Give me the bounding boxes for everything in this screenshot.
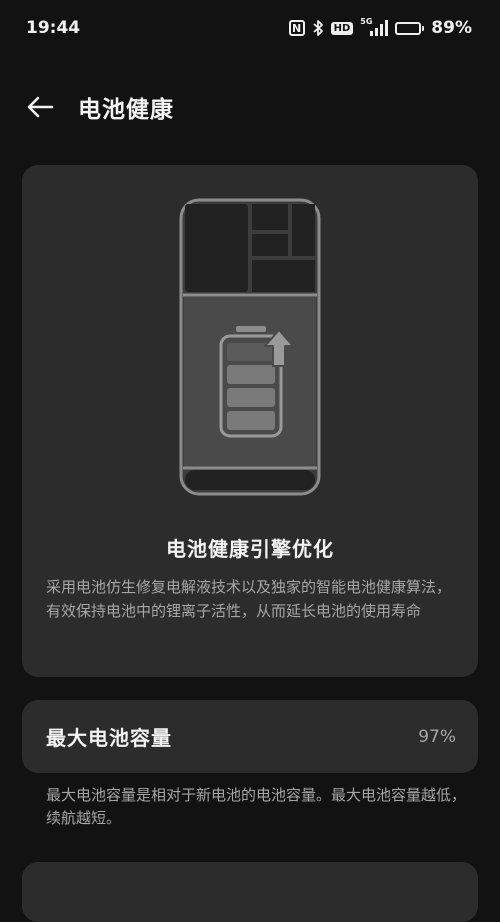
page-title: 电池健康 [78, 97, 174, 123]
capacity-label: 最大电池容量 [46, 726, 172, 750]
hero-description: 采用电池仿生修复电解液技术以及独家的智能电池健康算法，有效保持电池中的锂离子活性… [46, 578, 452, 620]
hero-title: 电池健康引擎优化 [166, 537, 334, 561]
battery-percent: 89% [431, 18, 472, 38]
battery-icon [395, 21, 425, 35]
bluetooth-icon [312, 19, 324, 37]
status-bar: 19:44 N HD 5G 89% [0, 0, 500, 56]
capacity-value: 97% [418, 726, 456, 747]
status-icons: N HD 5G 89% [288, 17, 472, 38]
status-time: 19:44 [26, 18, 81, 38]
signal-icon: 5G [360, 17, 389, 36]
nfc-icon: N [288, 20, 305, 36]
arrow-left-icon [27, 96, 54, 118]
battery-engine-card: 电池健康引擎优化 采用电池仿生修复电解液技术以及独家的智能电池健康算法，有效保持… [22, 165, 478, 677]
next-card [22, 862, 478, 922]
capacity-note: 最大电池容量是相对于新电池的电池容量。最大电池容量越低，续航越短。 [46, 786, 467, 827]
hd-icon: HD [330, 21, 354, 35]
page-header: 电池健康 [0, 82, 500, 132]
network-type: 5G [360, 17, 373, 26]
phone-battery-illustration [179, 198, 321, 496]
back-button[interactable] [20, 87, 60, 127]
max-capacity-row[interactable]: 最大电池容量 97% [22, 700, 478, 773]
